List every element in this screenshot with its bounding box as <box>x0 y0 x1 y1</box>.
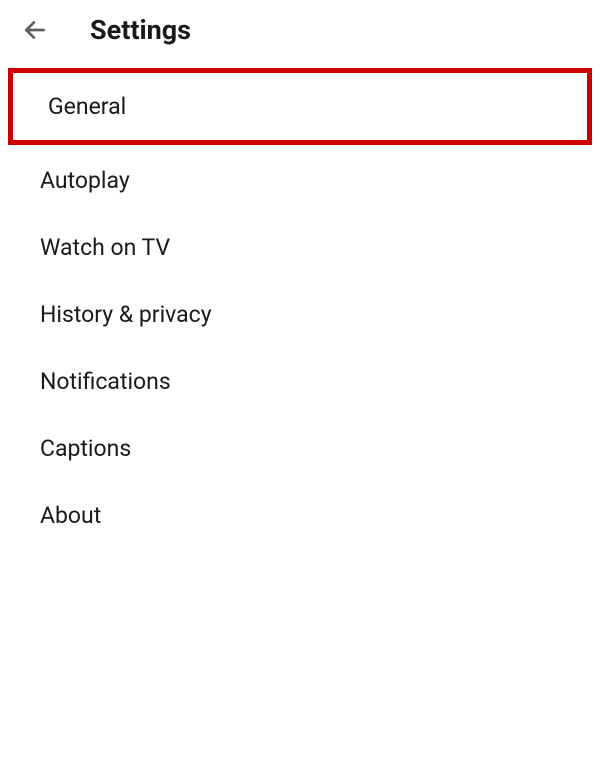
settings-list: General Autoplay Watch on TV History & p… <box>0 60 600 549</box>
back-button[interactable] <box>20 15 50 45</box>
list-item-notifications[interactable]: Notifications <box>0 348 600 415</box>
header: Settings <box>0 0 600 60</box>
list-item-label: Watch on TV <box>40 234 170 261</box>
page-title: Settings <box>90 14 191 46</box>
list-item-history-privacy[interactable]: History & privacy <box>0 281 600 348</box>
list-item-watch-on-tv[interactable]: Watch on TV <box>0 214 600 281</box>
list-item-label: General <box>48 93 126 120</box>
list-item-autoplay[interactable]: Autoplay <box>0 147 600 214</box>
list-item-label: About <box>40 502 101 529</box>
list-item-label: Notifications <box>40 368 171 395</box>
list-item-label: Captions <box>40 435 131 462</box>
list-item-captions[interactable]: Captions <box>0 415 600 482</box>
list-item-label: History & privacy <box>40 301 212 328</box>
list-item-general[interactable]: General <box>8 68 592 145</box>
list-item-label: Autoplay <box>40 167 130 194</box>
list-item-about[interactable]: About <box>0 482 600 549</box>
arrow-left-icon <box>22 17 48 43</box>
